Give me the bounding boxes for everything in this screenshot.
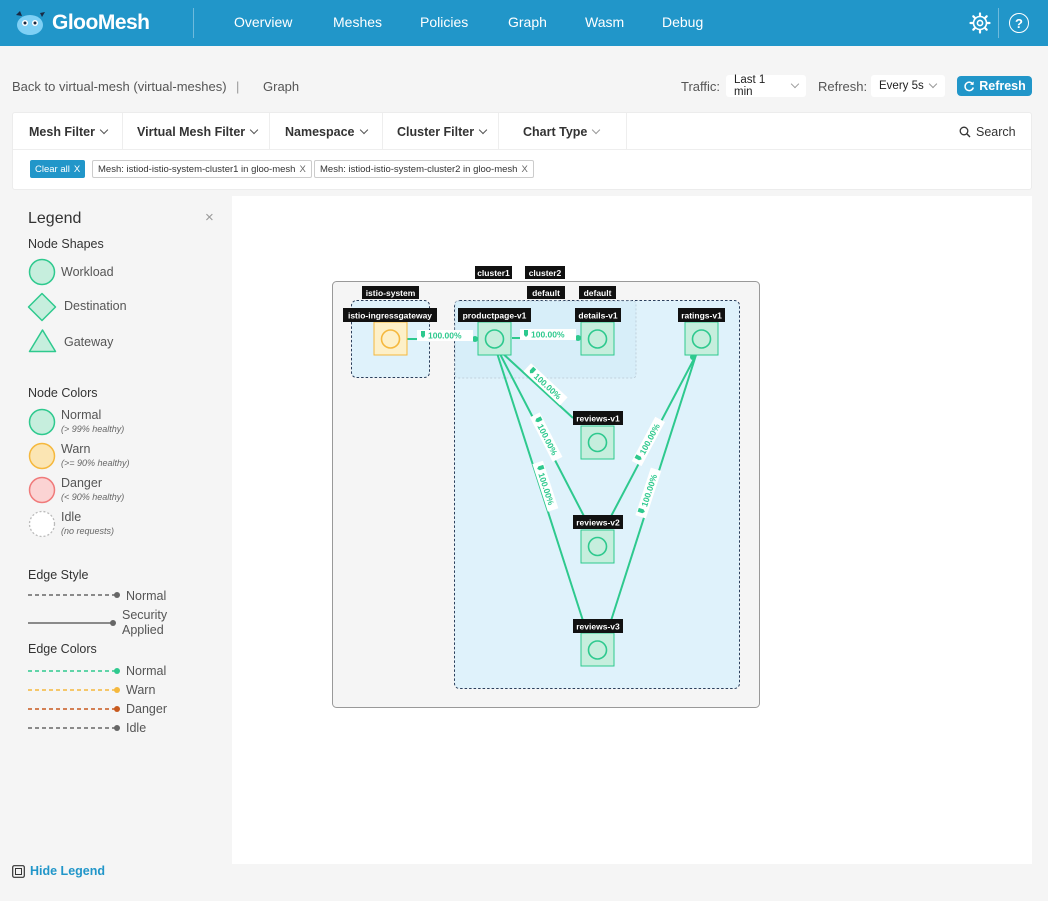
node-label-istio-ingressgateway: istio-ingressgateway — [348, 311, 432, 321]
node-reviews-v2[interactable] — [580, 529, 615, 564]
node-label-details-v1: details-v1 — [578, 311, 617, 321]
namespace-default-tag-2: default — [584, 288, 612, 298]
node-reviews-v1[interactable] — [580, 425, 615, 460]
node-label-ratings-v1: ratings-v1 — [681, 311, 722, 321]
node-ratings-v1[interactable] — [684, 321, 719, 356]
node-label-productpage-v1: productpage-v1 — [463, 311, 527, 321]
node-label-reviews-v1: reviews-v1 — [576, 414, 620, 424]
cluster1-tag: cluster1 — [477, 268, 510, 278]
namespace-default-tag-1: default — [532, 288, 560, 298]
node-label-reviews-v3: reviews-v3 — [576, 622, 620, 632]
cluster2-tag: cluster2 — [529, 268, 562, 278]
node-reviews-v3[interactable] — [580, 632, 615, 667]
hide-legend-label: Hide Legend — [30, 864, 106, 878]
node-label-reviews-v2: reviews-v2 — [576, 518, 620, 528]
service-graph[interactable]: 100.00% 100.00% 100.00% 100.00% 100.00% — [0, 0, 1048, 901]
node-details-v1[interactable] — [580, 321, 615, 356]
namespace-istio-system-tag: istio-system — [366, 288, 416, 298]
node-istio-ingressgateway[interactable] — [373, 321, 408, 356]
graph-canvas[interactable]: 100.00% 100.00% 100.00% 100.00% 100.00% — [232, 196, 1032, 864]
edge-label-productpage-details: 100.00% — [531, 330, 565, 340]
edge-label-ingress-productpage: 100.00% — [428, 331, 462, 341]
hide-legend-button[interactable]: Hide Legend — [12, 864, 105, 878]
node-productpage-v1[interactable] — [477, 321, 512, 356]
legend-toggle-icon — [12, 864, 25, 878]
